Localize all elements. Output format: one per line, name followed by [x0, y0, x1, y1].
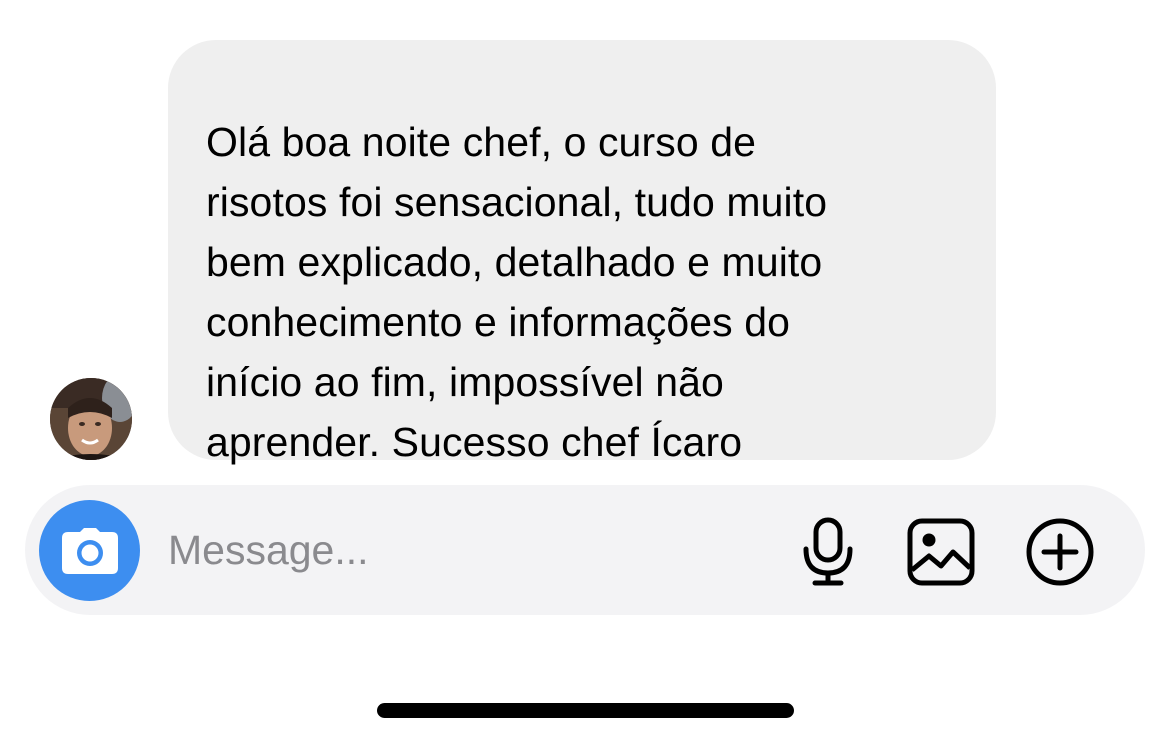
message-line: conhecimento e informações do: [206, 299, 791, 345]
camera-icon: [61, 527, 118, 574]
image-gallery-icon: [907, 518, 975, 586]
home-indicator[interactable]: [377, 703, 794, 718]
message-line: bem explicado, detalhado e muito: [206, 239, 823, 285]
microphone-button[interactable]: [793, 517, 863, 587]
message-line: Olá boa noite chef, o curso de: [206, 119, 757, 165]
message-thread: Olá boa noite chef, o curso de risotos f…: [0, 0, 1170, 470]
camera-button[interactable]: [39, 500, 140, 601]
microphone-icon: [803, 517, 853, 586]
gallery-button[interactable]: [906, 517, 976, 587]
message-composer: [25, 485, 1145, 615]
message-line: risotos foi sensacional, tudo muito: [206, 179, 828, 225]
add-content-button[interactable]: [1025, 517, 1095, 587]
plus-circle-icon: [1026, 518, 1094, 586]
sender-avatar[interactable]: [50, 378, 132, 460]
message-line: início ao fim, impossível não: [206, 359, 724, 405]
message-line: aprender. Sucesso chef Ícaro: [206, 419, 743, 465]
avatar-image: [50, 378, 132, 460]
received-message-bubble[interactable]: Olá boa noite chef, o curso de risotos f…: [168, 40, 996, 465]
message-text: Olá boa noite chef, o curso de risotos f…: [206, 112, 956, 472]
message-input[interactable]: [168, 520, 768, 580]
